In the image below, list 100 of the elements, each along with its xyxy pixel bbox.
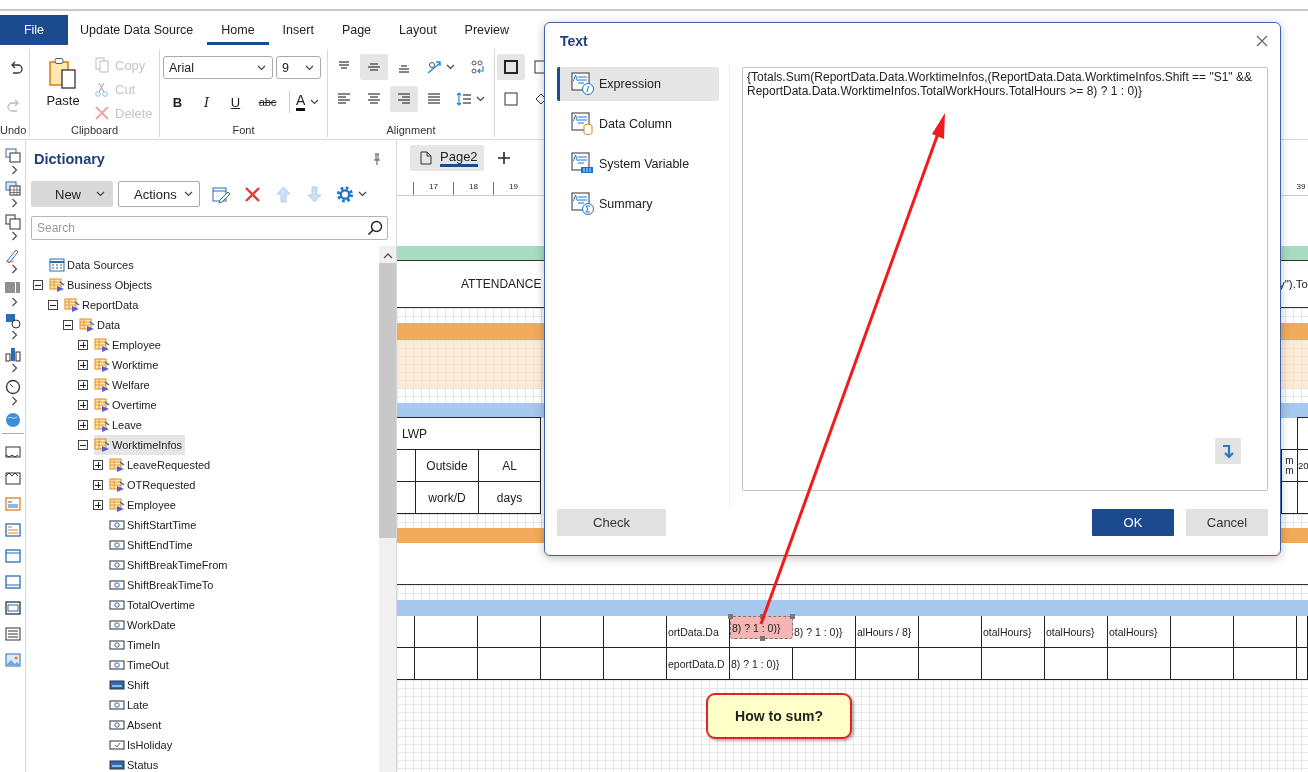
tree-item[interactable]: IsHoliday bbox=[109, 735, 176, 755]
font-dropdown[interactable]: Arial bbox=[163, 56, 273, 79]
menu-tab[interactable]: Update Data Source bbox=[66, 15, 208, 45]
paste-button[interactable]: Paste bbox=[38, 56, 88, 116]
new-button[interactable]: New bbox=[31, 181, 113, 207]
tree-item[interactable]: Worktime bbox=[94, 355, 162, 375]
stacked-windows-icon[interactable] bbox=[4, 148, 21, 164]
gauge-icon[interactable] bbox=[4, 379, 21, 395]
dialog-button[interactable]: Check bbox=[557, 509, 666, 536]
expand-icon[interactable] bbox=[93, 480, 103, 490]
expand-icon[interactable] bbox=[78, 400, 88, 410]
expression-field[interactable]: {Totals.Sum(ReportData.Data.WorktimeInfos,(ReportData.Data.WorktimeInfos.Shift == "S1" && ReportData.Data.WorktimeInfos.TotalWorkHours.TotalHours >= 8) ? 1 : 0)} bbox=[742, 67, 1268, 491]
chevron-icon[interactable] bbox=[11, 297, 18, 307]
search-icon[interactable] bbox=[367, 220, 383, 236]
menu-tab[interactable]: Home bbox=[207, 15, 269, 45]
chevron-icon[interactable] bbox=[11, 231, 18, 241]
chevron-icon[interactable] bbox=[11, 330, 18, 340]
bar-chart-icon[interactable] bbox=[4, 346, 21, 362]
caret-icon[interactable] bbox=[257, 64, 266, 71]
panel-icon[interactable] bbox=[4, 574, 21, 590]
chevron-icon[interactable] bbox=[11, 198, 18, 208]
tree-item[interactable]: TimeOut bbox=[109, 655, 172, 675]
tree-item[interactable]: Absent bbox=[109, 715, 165, 735]
chevron-icon[interactable] bbox=[11, 396, 18, 406]
collapse-icon[interactable] bbox=[33, 280, 43, 290]
tree-item[interactable]: Shift bbox=[109, 675, 152, 695]
image-icon[interactable] bbox=[4, 652, 21, 668]
edit-button[interactable] bbox=[212, 184, 231, 204]
chevron-icon[interactable] bbox=[11, 363, 18, 373]
actions-button[interactable]: Actions bbox=[118, 181, 200, 207]
italic-button[interactable]: I bbox=[192, 90, 221, 114]
tree-item[interactable]: Business Objects bbox=[49, 275, 155, 295]
tree-item[interactable]: WorktimeInfos bbox=[94, 435, 186, 455]
expand-icon[interactable] bbox=[78, 340, 88, 350]
chevron-icon[interactable] bbox=[11, 165, 18, 175]
globe-icon[interactable] bbox=[4, 412, 21, 428]
chevron-icon[interactable] bbox=[11, 264, 18, 274]
tree-item[interactable]: LeaveRequested bbox=[109, 455, 214, 475]
lines-icon[interactable] bbox=[4, 626, 21, 642]
font-color-button[interactable]: A bbox=[296, 90, 320, 114]
band-icon[interactable] bbox=[4, 470, 21, 486]
page-tab[interactable]: Page2 bbox=[410, 145, 484, 171]
bold-button[interactable]: B bbox=[163, 90, 192, 114]
tree-item[interactable]: ShiftBreakTimeTo bbox=[109, 575, 217, 595]
barcode-icon[interactable] bbox=[4, 280, 21, 296]
tree-item[interactable]: ShiftEndTime bbox=[109, 535, 196, 555]
dialog-button[interactable]: Cancel bbox=[1186, 509, 1268, 536]
tree-item[interactable]: ShiftBreakTimeFrom bbox=[109, 555, 231, 575]
close-icon[interactable] bbox=[1256, 35, 1268, 47]
tree-item[interactable]: Data Sources bbox=[49, 255, 137, 275]
nav-item[interactable]: Summary bbox=[557, 187, 719, 221]
table-icon[interactable] bbox=[4, 181, 21, 197]
tree-item[interactable]: TotalOvertime bbox=[109, 595, 198, 615]
expand-icon[interactable] bbox=[78, 380, 88, 390]
collapse-icon[interactable] bbox=[48, 300, 58, 310]
tree-item[interactable]: Welfare bbox=[94, 375, 153, 395]
caret-icon[interactable] bbox=[305, 64, 314, 71]
tree-item[interactable]: Overtime bbox=[94, 395, 160, 415]
collapse-icon[interactable] bbox=[78, 440, 88, 450]
format-button[interactable] bbox=[497, 54, 525, 80]
insert-button[interactable] bbox=[1215, 438, 1241, 464]
menu-tab[interactable]: Page bbox=[327, 15, 386, 45]
squares-icon[interactable] bbox=[4, 214, 21, 230]
ok-button[interactable]: OK bbox=[1092, 509, 1174, 536]
file-button[interactable]: File bbox=[0, 15, 68, 45]
tree-item[interactable]: TimeIn bbox=[109, 635, 164, 655]
tree-item[interactable]: OTRequested bbox=[109, 475, 199, 495]
scrollbar[interactable] bbox=[379, 246, 396, 772]
collapse-icon[interactable] bbox=[63, 320, 73, 330]
nav-item[interactable]: Data Column bbox=[557, 107, 719, 141]
tree-item[interactable]: Late bbox=[109, 695, 152, 715]
underline-button[interactable]: U bbox=[221, 90, 250, 114]
expand-icon[interactable] bbox=[78, 360, 88, 370]
tree-item[interactable]: ShiftStartTime bbox=[109, 515, 200, 535]
pen-icon[interactable] bbox=[4, 247, 21, 263]
expand-icon[interactable] bbox=[78, 420, 88, 430]
tree-item[interactable]: WorkDate bbox=[109, 615, 179, 635]
delete-button[interactable] bbox=[243, 184, 262, 204]
settings-button[interactable] bbox=[336, 184, 367, 204]
text-icon[interactable] bbox=[4, 522, 21, 538]
tree-item[interactable]: Leave bbox=[94, 415, 145, 435]
panel-icon[interactable] bbox=[4, 548, 21, 564]
shapes-icon[interactable] bbox=[4, 313, 21, 329]
caret-icon[interactable] bbox=[184, 191, 193, 197]
caret-icon[interactable] bbox=[96, 191, 105, 197]
menu-tab[interactable]: Layout bbox=[385, 15, 451, 45]
size-dropdown[interactable]: 9 bbox=[276, 56, 321, 79]
tree-item[interactable]: Employee bbox=[109, 495, 179, 515]
caret-icon[interactable] bbox=[358, 191, 367, 197]
caret-icon[interactable] bbox=[446, 64, 455, 70]
expand-icon[interactable] bbox=[93, 460, 103, 470]
expand-icon[interactable] bbox=[93, 500, 103, 510]
tree-item[interactable]: Data bbox=[79, 315, 124, 335]
tree-item[interactable]: Employee bbox=[94, 335, 164, 355]
nav-item[interactable]: Expression bbox=[557, 67, 719, 101]
plus-icon[interactable] bbox=[496, 151, 511, 165]
pin-icon[interactable] bbox=[372, 153, 382, 165]
menu-tab[interactable]: Insert bbox=[268, 15, 328, 45]
search-field[interactable]: Search bbox=[31, 216, 388, 240]
band-icon[interactable] bbox=[4, 444, 21, 460]
